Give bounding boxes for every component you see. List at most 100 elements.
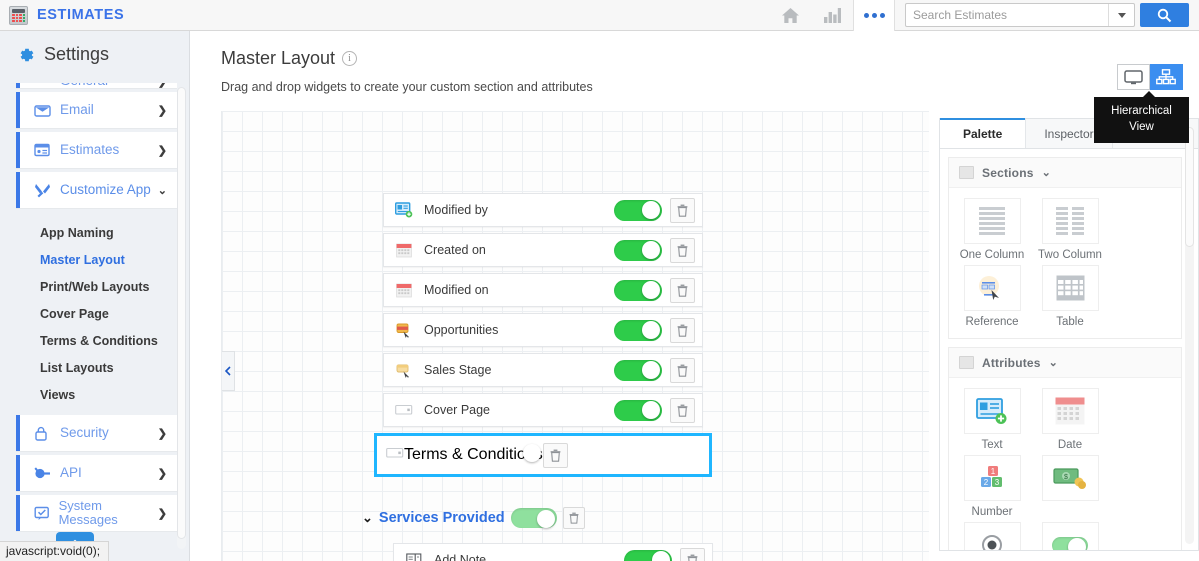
sidebar-item-email[interactable]: Email ❯	[16, 92, 177, 129]
hierarchical-view-button[interactable]	[1150, 64, 1183, 90]
sidebar-subitem-list-layouts[interactable]: List Layouts	[40, 355, 189, 382]
search-area	[905, 3, 1189, 27]
widget-toggle[interactable]	[614, 279, 662, 301]
palette-tile-radio[interactable]	[953, 522, 1031, 550]
widget-toggle[interactable]	[614, 319, 662, 341]
delete-widget-button[interactable]	[670, 317, 695, 343]
layout-canvas[interactable]: Modified by Created on Modified on Oppor…	[221, 111, 929, 561]
tab-palette[interactable]: Palette	[940, 118, 1027, 148]
settings-title: Settings	[44, 44, 110, 64]
chevron-down-icon[interactable]: ⌄	[1042, 166, 1051, 179]
more-dots-icon[interactable]	[853, 0, 895, 31]
view-toggle-group	[1117, 64, 1183, 90]
chevron-down-icon[interactable]: ⌄	[362, 510, 373, 526]
palette-group-header[interactable]: Sections ⌄	[949, 158, 1181, 188]
widget-row-modified-by[interactable]: Modified by	[383, 193, 703, 227]
sidebar-item-security[interactable]: Security ❯	[16, 415, 177, 452]
widget-row-modified-on[interactable]: Modified on	[383, 273, 703, 307]
info-icon[interactable]: i	[342, 51, 358, 66]
trash-icon	[677, 284, 688, 297]
panel-scrollbar[interactable]	[1185, 127, 1194, 544]
grid-icon	[959, 356, 974, 369]
sidebar-scrollbar-thumb[interactable]	[177, 87, 186, 539]
gear-icon	[20, 48, 34, 61]
sidebar-item-label: General	[60, 83, 108, 88]
brand[interactable]: ESTIMATES	[0, 5, 124, 25]
delete-widget-button[interactable]	[542, 442, 568, 468]
palette-tile-toggle[interactable]	[1031, 522, 1109, 550]
sidebar-subitem-app-naming[interactable]: App Naming	[40, 220, 189, 247]
sidebar-item-system-messages[interactable]: System Messages ❯	[16, 495, 177, 532]
widget-toggle[interactable]	[614, 199, 662, 221]
palette-body: Sections ⌄ One Column Two Column Referen…	[940, 149, 1198, 550]
envelope-icon	[34, 104, 56, 117]
sidebar-subitem-terms-conditions[interactable]: Terms & Conditions	[40, 328, 189, 355]
search-button[interactable]	[1140, 3, 1189, 27]
search-box[interactable]	[905, 3, 1135, 27]
sidebar-item-estimates[interactable]: Estimates ❯	[16, 132, 177, 169]
palette-group-header[interactable]: Attributes ⌄	[949, 348, 1181, 378]
section-header-services-provided[interactable]: ⌄ Services Provided	[362, 507, 585, 529]
reference-icon	[963, 265, 1021, 311]
delete-widget-button[interactable]	[680, 547, 705, 561]
widget-toggle[interactable]	[614, 239, 662, 261]
widget-toggle[interactable]	[614, 399, 662, 421]
widget-label: Created on	[424, 243, 486, 257]
palette-tile-reference[interactable]: Reference	[953, 265, 1031, 328]
widget-row-sales-stage[interactable]: Sales Stage	[383, 353, 703, 387]
palette-tile-text[interactable]: Text	[953, 388, 1031, 451]
section-toggle[interactable]	[510, 508, 557, 528]
widget-row-created-on[interactable]: Created on	[383, 233, 703, 267]
palette-tile-caption: Date	[1057, 439, 1083, 451]
top-icon-group	[769, 0, 1199, 31]
chevron-down-icon[interactable]: ⌄	[1049, 356, 1058, 369]
two-column-icon	[1041, 198, 1099, 244]
home-icon[interactable]	[769, 0, 811, 31]
sidebar-subitem-master-layout[interactable]: Master Layout	[40, 247, 189, 274]
page-title: Master Layout	[221, 48, 336, 68]
document-icon	[34, 143, 56, 157]
palette-tile-caption: Text	[981, 439, 1003, 451]
sidebar-item-general[interactable]: General ❯	[16, 83, 177, 89]
palette-tile-number[interactable]: 123 Number	[953, 455, 1031, 518]
delete-widget-button[interactable]	[670, 357, 695, 383]
delete-widget-button[interactable]	[670, 197, 695, 223]
panel-scrollbar-thumb[interactable]	[1185, 127, 1194, 247]
delete-widget-button[interactable]	[670, 277, 695, 303]
widget-list: Modified by Created on Modified on Oppor…	[383, 193, 703, 433]
chevron-down-icon: ⌄	[157, 184, 167, 197]
search-dropdown-caret[interactable]	[1108, 4, 1134, 26]
chart-icon[interactable]	[811, 0, 853, 31]
sidebar-item-api[interactable]: API ❯	[16, 455, 177, 492]
sidebar-item-customize-app[interactable]: Customize App ⌄	[16, 172, 177, 209]
svg-text:3: 3	[995, 478, 1000, 487]
palette-tile-two-column[interactable]: Two Column	[1031, 198, 1109, 261]
palette-tile-date[interactable]: Date	[1031, 388, 1109, 451]
sidebar-scrollbar[interactable]	[177, 87, 186, 549]
widget-row-terms-conditions-selected[interactable]: Terms & Conditions	[374, 433, 712, 477]
chevron-right-icon: ❯	[157, 104, 167, 117]
delete-section-button[interactable]	[562, 507, 585, 529]
delete-widget-button[interactable]	[670, 397, 695, 423]
widget-toggle[interactable]	[624, 549, 672, 561]
sidebar-subitem-views[interactable]: Views	[40, 382, 189, 409]
number-blocks-icon: 123	[963, 455, 1021, 501]
chevron-left-icon	[225, 366, 231, 376]
widget-toggle[interactable]	[614, 359, 662, 381]
palette-tile-currency[interactable]: $	[1031, 455, 1109, 518]
widget-row-cover-page[interactable]: Cover Page	[383, 393, 703, 427]
flat-view-button[interactable]	[1117, 64, 1150, 90]
palette-group-sections: Sections ⌄ One Column Two Column Referen…	[948, 157, 1182, 339]
widget-label: Add Note	[434, 553, 487, 561]
widget-row-opportunities[interactable]: Opportunities	[383, 313, 703, 347]
widget-row-add-note[interactable]: Add Note	[393, 543, 713, 561]
canvas-collapse-toggle[interactable]	[222, 351, 235, 391]
sidebar-subitem-print-web-layouts[interactable]: Print/Web Layouts	[40, 274, 189, 301]
search-input[interactable]	[906, 8, 1108, 22]
palette-tile-table[interactable]: Table	[1031, 265, 1109, 328]
palette-tile-one-column[interactable]: One Column	[953, 198, 1031, 261]
calendar-icon	[1041, 388, 1099, 434]
widget-label: Sales Stage	[424, 363, 492, 377]
delete-widget-button[interactable]	[670, 237, 695, 263]
sidebar-subitem-cover-page[interactable]: Cover Page	[40, 301, 189, 328]
